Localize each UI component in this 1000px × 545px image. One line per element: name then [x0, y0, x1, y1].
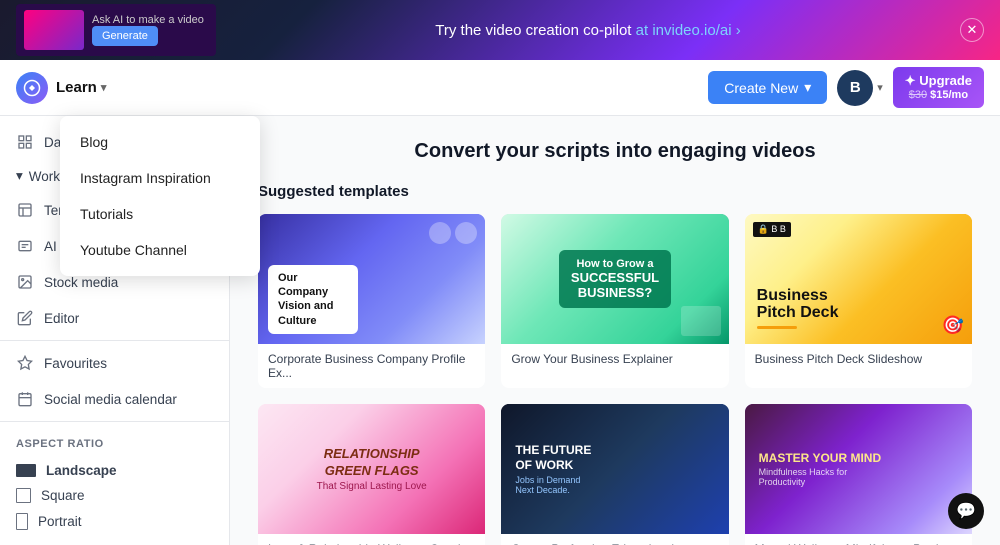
template-thumb-5: THE FUTUREOF WORK Jobs in DemandNext Dec… — [501, 404, 728, 534]
templates-icon — [16, 201, 34, 219]
template-thumb-6: MASTER YOUR MIND Mindfulness Hacks forPr… — [745, 404, 972, 534]
editor-icon — [16, 309, 34, 327]
banner-generate-button[interactable]: Generate — [92, 26, 158, 46]
header: Learn ▾ Create New ▾ B ▾ ✦ Upgrade $30 $… — [0, 60, 1000, 116]
new-price: $15/mo — [930, 89, 968, 101]
editor-label: Editor — [44, 311, 79, 326]
upgrade-price: $30 $15/mo — [909, 89, 968, 102]
template-card-6[interactable]: MASTER YOUR MIND Mindfulness Hacks forPr… — [745, 404, 972, 545]
landscape-label: Landscape — [46, 463, 117, 478]
template-card-5[interactable]: THE FUTUREOF WORK Jobs in DemandNext Dec… — [501, 404, 728, 545]
banner-video-thumb — [24, 10, 84, 50]
banner-cta: Try the video creation co-pilot at invid… — [435, 22, 740, 39]
square-label: Square — [41, 488, 85, 503]
templates-grid: Our CompanyVision andCulture Corporate B… — [258, 214, 972, 545]
upgrade-label: ✦ Upgrade — [905, 73, 972, 89]
chevron-down-icon: ▾ — [16, 168, 23, 184]
template-card-3[interactable]: 🔒 B B BusinessPitch Deck 🎯 Business Pitc… — [745, 214, 972, 388]
ai-text-icon — [16, 237, 34, 255]
create-new-button[interactable]: Create New ▾ — [708, 71, 827, 104]
dropdown-item-youtube[interactable]: Youtube Channel — [60, 232, 260, 268]
learn-button[interactable]: Learn ▾ — [56, 79, 106, 96]
chat-support-button[interactable]: 💬 — [948, 493, 984, 529]
template-thumb-3: 🔒 B B BusinessPitch Deck 🎯 — [745, 214, 972, 344]
social-calendar-label: Social media calendar — [44, 392, 177, 407]
banner-ask-text: Ask AI to make a video — [92, 14, 204, 26]
aspect-ratio-section: Aspect ratio Landscape Square Portrait — [0, 426, 229, 543]
header-right: Create New ▾ B ▾ ✦ Upgrade $30 $15/mo — [708, 67, 984, 108]
banner-cta-link[interactable]: at invideo.io/ai › — [636, 22, 741, 39]
template-label-1: Corporate Business Company Profile Ex... — [258, 344, 485, 388]
sidebar-item-favourites[interactable]: Favourites — [0, 345, 229, 381]
logo — [16, 72, 48, 104]
landscape-box-icon — [16, 464, 36, 477]
avatar-chevron-icon[interactable]: ▾ — [877, 81, 883, 94]
portrait-label: Portrait — [38, 514, 82, 529]
banner-close-button[interactable]: ✕ — [960, 18, 984, 42]
avatar-wrapper: B ▾ — [837, 70, 883, 106]
create-new-label: Create New — [724, 80, 798, 96]
learn-chevron-icon: ▾ — [101, 81, 107, 94]
banner-cta-text: Try the video creation co-pilot — [435, 22, 631, 39]
sidebar-divider-2 — [0, 421, 229, 422]
stock-media-icon — [16, 273, 34, 291]
top-banner: Ask AI to make a video Generate Try the … — [0, 0, 1000, 60]
header-left: Learn ▾ — [16, 72, 106, 104]
dropdown-item-tutorials[interactable]: Tutorials — [60, 196, 260, 232]
social-calendar-icon — [16, 390, 34, 408]
template-label-5: Career Profession Educational Slideshow — [501, 534, 728, 545]
square-box-icon — [16, 488, 31, 503]
template-thumb-2: How to Grow a SUCCESSFULBUSINESS? — [501, 214, 728, 344]
template-card-4[interactable]: RELATIONSHIPGREEN FLAGS That Signal Last… — [258, 404, 485, 545]
stock-media-label: Stock media — [44, 275, 118, 290]
aspect-option-portrait[interactable]: Portrait — [16, 508, 213, 535]
page-title: Convert your scripts into engaging video… — [258, 140, 972, 163]
template-thumb-1: Our CompanyVision andCulture — [258, 214, 485, 344]
aspect-ratio-label: Aspect ratio — [16, 438, 213, 450]
learn-label: Learn — [56, 79, 97, 96]
aspect-option-square[interactable]: Square — [16, 483, 213, 508]
template-label-4: Love & Relationship Wellness Coach Lis..… — [258, 534, 485, 545]
template-label-3: Business Pitch Deck Slideshow — [745, 344, 972, 374]
dropdown-item-instagram[interactable]: Instagram Inspiration — [60, 160, 260, 196]
dropdown-item-blog[interactable]: Blog — [60, 124, 260, 160]
template-card-1[interactable]: Our CompanyVision andCulture Corporate B… — [258, 214, 485, 388]
learn-dropdown-menu: Blog Instagram Inspiration Tutorials You… — [60, 116, 260, 276]
upgrade-button[interactable]: ✦ Upgrade $30 $15/mo — [893, 67, 984, 108]
create-new-chevron-icon: ▾ — [804, 79, 811, 96]
template-label-6: Mental Wellness Mindfulness Produ... — [745, 534, 972, 545]
banner-video-preview: Ask AI to make a video Generate — [16, 4, 216, 56]
avatar-button[interactable]: B — [837, 70, 873, 106]
template-card-2[interactable]: How to Grow a SUCCESSFULBUSINESS? Grow Y… — [501, 214, 728, 388]
template-label-2: Grow Your Business Explainer — [501, 344, 728, 374]
sidebar-divider-1 — [0, 340, 229, 341]
main-content: Convert your scripts into engaging video… — [230, 116, 1000, 545]
sidebar-item-social-calendar[interactable]: Social media calendar — [0, 381, 229, 417]
favourites-label: Favourites — [44, 356, 107, 371]
template-thumb-4: RELATIONSHIPGREEN FLAGS That Signal Last… — [258, 404, 485, 534]
old-price: $30 — [909, 89, 927, 101]
portrait-box-icon — [16, 513, 28, 530]
favourites-icon — [16, 354, 34, 372]
aspect-option-landscape[interactable]: Landscape — [16, 458, 213, 483]
suggested-templates-title: Suggested templates — [258, 183, 972, 200]
dashboard-icon — [16, 133, 34, 151]
sidebar-item-editor[interactable]: Editor — [0, 300, 229, 336]
